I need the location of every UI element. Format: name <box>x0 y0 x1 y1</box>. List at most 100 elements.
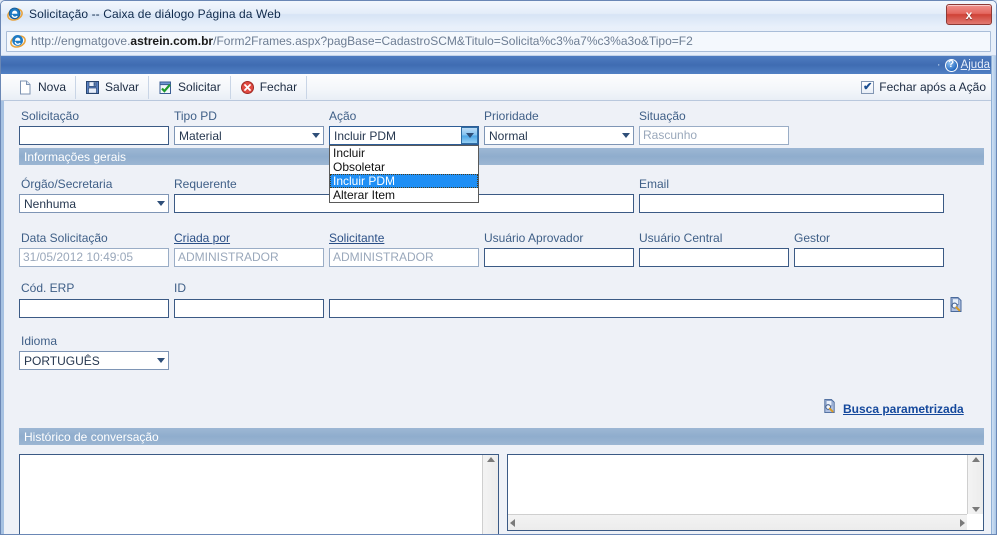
scroll-up-icon[interactable] <box>971 457 980 462</box>
new-page-icon <box>18 80 33 95</box>
busca-parametrizada-link[interactable]: Busca parametrizada <box>843 402 964 416</box>
label-prioridade: Prioridade <box>484 109 539 123</box>
horizontal-scrollbar-right[interactable] <box>508 514 967 530</box>
title-bar: Solicitação -- Caixa de diálogo Página d… <box>1 1 996 27</box>
ie-icon-small <box>10 33 26 49</box>
tipo-pd-select[interactable]: Material <box>174 126 324 145</box>
chevron-down-icon <box>153 195 168 212</box>
vertical-scrollbar-left[interactable] <box>482 455 498 534</box>
form-area: Solicitação Tipo PD Ação Prioridade Situ… <box>1 101 996 534</box>
salvar-button[interactable]: Salvar <box>76 75 150 99</box>
nova-button[interactable]: Nova <box>9 75 77 99</box>
tipo-pd-value: Material <box>179 128 222 143</box>
acao-select[interactable]: Incluir PDM <box>329 126 479 145</box>
label-tipo-pd: Tipo PD <box>174 109 217 123</box>
idioma-value: PORTUGUÊS <box>24 353 100 368</box>
action-toolbar: Nova Salvar Solicitar Fechar ✔ Fechar ap… <box>1 74 996 101</box>
label-idioma: Idioma <box>21 334 58 348</box>
orgao-secretaria-select[interactable]: Nenhuma <box>19 194 169 213</box>
help-icon: ? <box>944 58 958 72</box>
email-input[interactable] <box>639 194 944 213</box>
label-gestor: Gestor <box>794 231 831 245</box>
dropdown-option-obsoletar[interactable]: Obsoletar <box>330 160 478 174</box>
page-content: · ? Ajuda Nova Salvar Solicitar Fechar ✔… <box>1 55 996 534</box>
scroll-right-icon[interactable] <box>960 518 965 527</box>
prioridade-value: Normal <box>489 128 528 143</box>
busca-parametrizada-group[interactable]: Busca parametrizada <box>822 398 964 419</box>
chevron-down-icon <box>618 127 633 144</box>
descricao-input[interactable] <box>329 299 944 318</box>
label-requerente: Requerente <box>174 177 237 191</box>
label-solicitante[interactable]: Solicitante <box>329 231 384 245</box>
address-bar: http://engmatgove.astrein.com.br/Form2Fr… <box>1 28 996 54</box>
scroll-up-icon[interactable] <box>486 457 495 462</box>
solicitante-input: ADMINISTRADOR <box>329 248 479 267</box>
help-label: Ajuda <box>960 59 990 71</box>
solicitacao-input[interactable] <box>19 126 169 145</box>
close-after-action-checkbox[interactable]: ✔ <box>861 80 875 94</box>
data-solicitacao-input: 31/05/2012 10:49:05 <box>19 248 169 267</box>
close-after-action-label: Fechar após a Ação <box>879 80 986 94</box>
usuario-central-input[interactable] <box>639 248 789 267</box>
scroll-down-icon[interactable] <box>971 507 980 512</box>
help-link[interactable]: · ? Ajuda <box>936 58 990 72</box>
nova-button-label: Nova <box>38 80 67 94</box>
url-prefix: http://engmatgove. <box>31 34 131 48</box>
address-url: http://engmatgove.astrein.com.br/Form2Fr… <box>31 34 693 48</box>
close-button[interactable]: x <box>946 4 992 25</box>
address-input[interactable]: http://engmatgove.astrein.com.br/Form2Fr… <box>6 30 991 52</box>
situacao-input: Rascunho <box>639 126 789 145</box>
fechar-button-label: Fechar <box>259 80 298 94</box>
label-situacao: Situação <box>639 109 686 123</box>
id-input[interactable] <box>174 299 324 318</box>
label-criada-por[interactable]: Criada por <box>174 231 230 245</box>
historico-left-textarea[interactable] <box>19 454 499 534</box>
label-id: ID <box>174 281 186 295</box>
vertical-scrollbar-right[interactable] <box>967 455 983 514</box>
help-separator: · <box>936 59 941 71</box>
acao-dropdown-list[interactable]: Incluir Obsoletar Incluir PDM Alterar It… <box>329 145 479 203</box>
label-email: Email <box>639 177 670 191</box>
historico-right-textarea[interactable] <box>507 454 984 531</box>
top-blue-band: · ? Ajuda <box>1 56 996 74</box>
close-button-label: x <box>965 7 973 22</box>
dropdown-option-incluir-pdm[interactable]: Incluir PDM <box>330 174 478 188</box>
prioridade-select[interactable]: Normal <box>484 126 634 145</box>
label-data-solicitacao: Data Solicitação <box>21 231 108 245</box>
web-dialog-window: Solicitação -- Caixa de diálogo Página d… <box>0 0 997 535</box>
close-after-action-group[interactable]: ✔ Fechar após a Ação <box>861 80 996 94</box>
clipboard-check-icon <box>158 80 173 95</box>
page-vertical-scrollbar[interactable] <box>991 56 996 534</box>
label-acao: Ação <box>329 109 357 123</box>
salvar-button-label: Salvar <box>105 80 140 94</box>
floppy-disk-icon <box>85 80 100 95</box>
solicitar-button-label: Solicitar <box>178 80 221 94</box>
chevron-down-icon <box>153 352 168 369</box>
label-usuario-central: Usuário Central <box>639 231 723 245</box>
section-historico-conversacao: Histórico de conversação <box>19 428 984 445</box>
label-usuario-aprovador: Usuário Aprovador <box>484 231 584 245</box>
dropdown-option-incluir[interactable]: Incluir <box>330 146 478 160</box>
dropdown-option-alterar-item[interactable]: Alterar Item <box>330 188 478 202</box>
gestor-input[interactable] <box>794 248 944 267</box>
url-domain: astrein.com.br <box>130 34 214 48</box>
label-solicitacao: Solicitação <box>21 109 80 123</box>
solicitar-button[interactable]: Solicitar <box>149 75 231 99</box>
scroll-left-icon[interactable] <box>510 518 515 527</box>
chevron-down-icon <box>461 127 478 144</box>
search-page-icon <box>822 398 837 419</box>
fechar-button[interactable]: Fechar <box>231 75 308 99</box>
window-title: Solicitação -- Caixa de diálogo Página d… <box>29 7 281 21</box>
ie-icon <box>7 6 23 22</box>
check-icon: ✔ <box>863 80 873 93</box>
chevron-down-icon <box>308 127 323 144</box>
close-circle-icon <box>240 80 255 95</box>
section-informacoes-gerais: Informações gerais <box>19 148 984 165</box>
usuario-aprovador-input[interactable] <box>484 248 634 267</box>
search-page-icon[interactable] <box>948 296 964 318</box>
url-suffix: /Form2Frames.aspx?pagBase=CadastroSCM&Ti… <box>213 34 693 48</box>
cod-erp-input[interactable] <box>19 299 169 318</box>
orgao-secretaria-value: Nenhuma <box>24 196 77 211</box>
idioma-select[interactable]: PORTUGUÊS <box>19 351 169 370</box>
label-cod-erp: Cód. ERP <box>21 281 75 295</box>
